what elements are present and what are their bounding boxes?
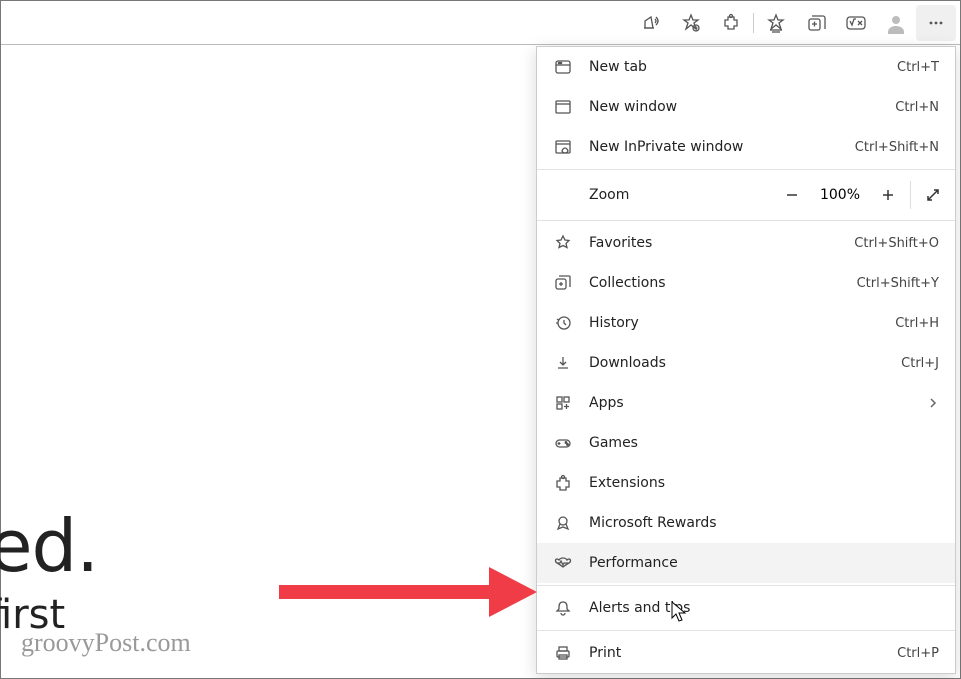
zoom-in-button[interactable]: [866, 172, 910, 218]
mouse-cursor: [671, 601, 689, 623]
menu-extensions[interactable]: Extensions: [537, 463, 955, 503]
settings-menu-icon[interactable]: [916, 5, 956, 41]
menu-shortcut: Ctrl+Shift+N: [855, 140, 939, 155]
menu-zoom-row: Zoom 100%: [537, 172, 955, 218]
menu-new-tab[interactable]: New tab Ctrl+T: [537, 47, 955, 87]
collections-icon: [553, 274, 573, 292]
math-solver-icon[interactable]: [836, 5, 876, 41]
background-large-text: ted.: [0, 504, 98, 588]
zoom-out-button[interactable]: [770, 172, 814, 218]
menu-shortcut: Ctrl+N: [895, 100, 939, 115]
menu-new-inprivate[interactable]: New InPrivate window Ctrl+Shift+N: [537, 127, 955, 167]
menu-shortcut: Ctrl+J: [901, 356, 939, 371]
settings-menu-panel: New tab Ctrl+T New window Ctrl+N New InP…: [536, 46, 956, 674]
history-icon: [553, 314, 573, 332]
annotation-arrow: [279, 561, 539, 621]
menu-rewards[interactable]: Microsoft Rewards: [537, 503, 955, 543]
menu-new-window[interactable]: New window Ctrl+N: [537, 87, 955, 127]
menu-label: Downloads: [589, 355, 901, 371]
menu-collections[interactable]: Collections Ctrl+Shift+Y: [537, 263, 955, 303]
download-icon: [553, 354, 573, 372]
menu-favorites[interactable]: Favorites Ctrl+Shift+O: [537, 223, 955, 263]
zoom-label: Zoom: [589, 187, 770, 203]
new-tab-icon: [553, 58, 573, 76]
menu-alerts[interactable]: Alerts and tips: [537, 588, 955, 628]
menu-shortcut: Ctrl+Shift+O: [854, 236, 939, 251]
menu-shortcut: Ctrl+T: [897, 60, 939, 75]
rewards-icon: [553, 514, 573, 532]
menu-performance[interactable]: Performance: [537, 543, 955, 583]
toolbar-separator: [753, 13, 754, 33]
menu-separator: [537, 220, 955, 221]
favorites-icon[interactable]: [756, 5, 796, 41]
games-icon: [553, 434, 573, 452]
menu-separator: [537, 585, 955, 586]
menu-label: Favorites: [589, 235, 854, 251]
menu-label: Print: [589, 645, 897, 661]
fullscreen-button[interactable]: [911, 172, 955, 218]
menu-label: Collections: [589, 275, 857, 291]
menu-downloads[interactable]: Downloads Ctrl+J: [537, 343, 955, 383]
menu-shortcut: Ctrl+H: [895, 316, 939, 331]
apps-icon: [553, 394, 573, 412]
menu-shortcut: Ctrl+P: [897, 646, 939, 661]
menu-label: Apps: [589, 395, 927, 411]
performance-icon: [553, 554, 573, 572]
menu-games[interactable]: Games: [537, 423, 955, 463]
menu-separator: [537, 169, 955, 170]
menu-label: Extensions: [589, 475, 939, 491]
print-icon: [553, 644, 573, 662]
puzzle-icon: [553, 474, 573, 492]
new-window-icon: [553, 98, 573, 116]
menu-print[interactable]: Print Ctrl+P: [537, 633, 955, 673]
watermark-text: groovyPost.com: [21, 628, 191, 658]
browser-toolbar: [1, 1, 960, 45]
menu-label: New InPrivate window: [589, 139, 855, 155]
collections-icon[interactable]: [796, 5, 836, 41]
star-icon: [553, 234, 573, 252]
profile-icon[interactable]: [876, 5, 916, 41]
inprivate-icon: [553, 138, 573, 156]
menu-shortcut: Ctrl+Shift+Y: [857, 276, 939, 291]
menu-label: History: [589, 315, 895, 331]
menu-history[interactable]: History Ctrl+H: [537, 303, 955, 343]
menu-label: Games: [589, 435, 939, 451]
bell-icon: [553, 599, 573, 617]
menu-label: New window: [589, 99, 895, 115]
add-favorite-icon[interactable]: [671, 5, 711, 41]
menu-label: Alerts and tips: [589, 600, 939, 616]
zoom-value: 100%: [814, 187, 866, 203]
menu-label: Performance: [589, 555, 939, 571]
menu-separator: [537, 630, 955, 631]
menu-label: Microsoft Rewards: [589, 515, 939, 531]
chevron-right-icon: [927, 397, 939, 409]
read-aloud-icon[interactable]: [631, 5, 671, 41]
menu-label: New tab: [589, 59, 897, 75]
extensions-icon[interactable]: [711, 5, 751, 41]
menu-apps[interactable]: Apps: [537, 383, 955, 423]
